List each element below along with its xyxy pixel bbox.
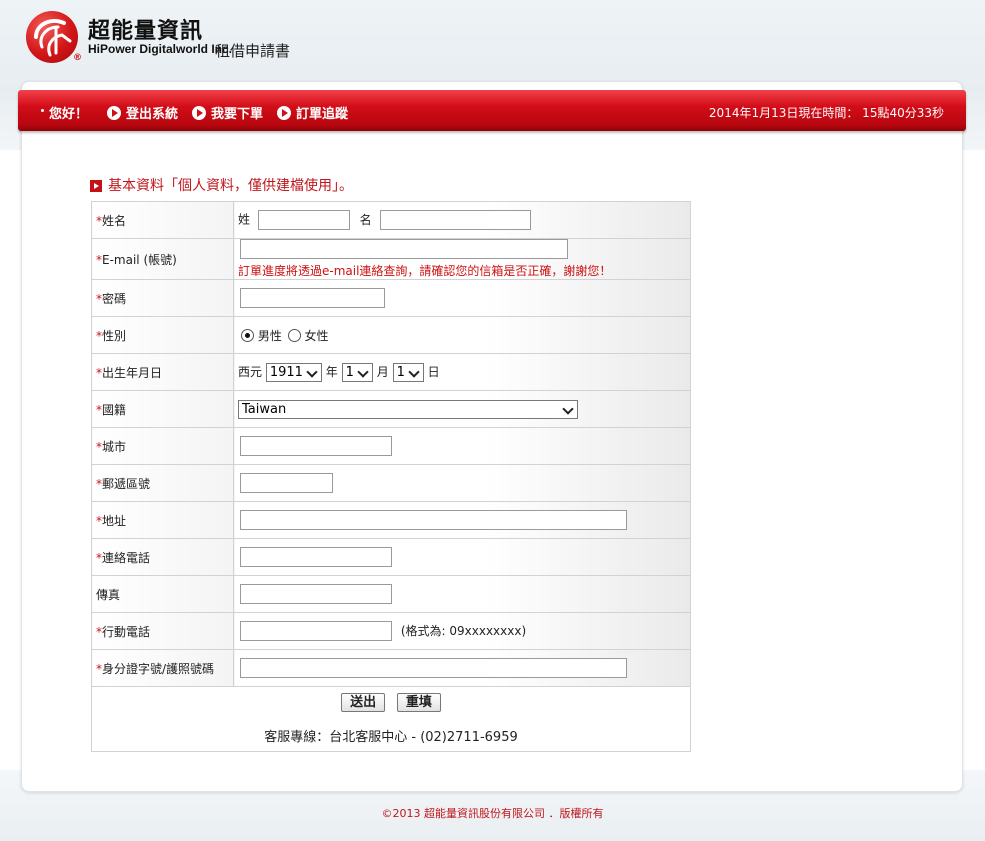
birth-field-cell: 西元 1911 年 1 月 1 日 xyxy=(233,353,691,391)
section-arrow-icon xyxy=(90,180,102,192)
gender-male-label: 男性 xyxy=(257,328,282,343)
zip-field-cell xyxy=(233,464,691,502)
nav-item-label: 我要下單 xyxy=(211,107,264,122)
form-row-phone: *連絡電話 xyxy=(91,538,691,576)
form-row-zip: *郵遞區號 xyxy=(91,464,691,502)
zip-input[interactable] xyxy=(240,473,333,493)
gender-label: *性別 xyxy=(91,316,234,354)
id-number-input[interactable] xyxy=(240,658,627,678)
name-label: *姓名 xyxy=(91,201,234,239)
hipower-logo-icon[interactable] xyxy=(26,11,78,63)
email-note: 訂單進度將透過e-mail連絡查詢，請確認您的信箱是否正確，謝謝您！ xyxy=(238,264,612,278)
city-field-cell xyxy=(233,427,691,465)
last-name-input[interactable] xyxy=(257,210,350,230)
birth-year-select[interactable]: 1911 xyxy=(265,362,322,382)
form-row-birth: *出生年月日 西元 1911 年 1 月 1 日 xyxy=(91,353,691,391)
form-row-id-number: *身分證字號/護照號碼 xyxy=(91,649,691,687)
birth-month-select[interactable]: 1 xyxy=(341,362,373,382)
company-name-cn: 超能量資訊 xyxy=(88,19,204,44)
last-name-label: 姓 xyxy=(238,212,251,227)
phone-field-cell xyxy=(233,538,691,576)
form-row-name: *姓名 姓 名 xyxy=(91,201,691,239)
mobile-format-hint: (格式為: 09xxxxxxxx) xyxy=(400,623,527,638)
form-row-actions: 送出 重填 客服專線：台北客服中心 - (02)2711-6959 xyxy=(91,686,691,752)
address-field-cell xyxy=(233,501,691,539)
first-name-label: 名 xyxy=(359,212,372,227)
birth-label: *出生年月日 xyxy=(91,353,234,391)
bullet-icon xyxy=(41,109,44,112)
form-row-email: *E-mail (帳號) 訂單進度將透過e-mail連絡查詢，請確認您的信箱是否… xyxy=(91,238,691,280)
birth-day-unit: 日 xyxy=(427,364,440,379)
nav-bar: 您好！ 登出系統 我要下單 訂單追蹤 2014年1月13日現在時間： 15點40… xyxy=(18,90,966,131)
gender-field-cell: 男性 女性 xyxy=(233,316,691,354)
email-field-cell: 訂單進度將透過e-mail連絡查詢，請確認您的信箱是否正確，謝謝您！ xyxy=(233,238,691,280)
birth-year-unit: 年 xyxy=(325,364,338,379)
document-title: 租借申請書 xyxy=(215,42,291,60)
customer-hotline: 客服專線：台北客服中心 - (02)2711-6959 xyxy=(264,730,518,745)
zip-label: *郵遞區號 xyxy=(91,464,234,502)
fax-label: 傳真 xyxy=(91,575,234,613)
first-name-input[interactable] xyxy=(379,210,531,230)
form-row-city: *城市 xyxy=(91,427,691,465)
birth-month-unit: 月 xyxy=(376,364,389,379)
section-title-text: 基本資料「個人資料，僅供建檔使用」。 xyxy=(108,178,353,194)
play-icon xyxy=(107,106,121,120)
nav-item-tracking[interactable]: 訂單追蹤 xyxy=(277,103,348,122)
password-input[interactable] xyxy=(240,288,385,308)
nationality-label: *國籍 xyxy=(91,390,234,428)
gender-female-label: 女性 xyxy=(304,328,329,343)
id-number-field-cell xyxy=(233,649,691,687)
section-title: 基本資料「個人資料，僅供建檔使用」。 xyxy=(90,175,353,195)
phone-input[interactable] xyxy=(240,547,392,567)
registered-mark: ® xyxy=(73,53,82,63)
phone-label: *連絡電話 xyxy=(91,538,234,576)
form-actions-cell: 送出 重填 客服專線：台北客服中心 - (02)2711-6959 xyxy=(91,686,691,752)
nav-greeting: 您好！ xyxy=(49,107,89,122)
nav-item-order[interactable]: 我要下單 xyxy=(192,103,263,122)
form-row-nationality: *國籍 Taiwan xyxy=(91,390,691,428)
nationality-select[interactable]: Taiwan xyxy=(238,399,578,419)
registration-form: *姓名 姓 名 *E-mail (帳號) 訂單進度將透過e-mail連絡查詢，請… xyxy=(91,201,691,752)
form-row-mobile: *行動電話 (格式為: 09xxxxxxxx) xyxy=(91,612,691,650)
password-field-cell xyxy=(233,279,691,317)
form-row-password: *密碼 xyxy=(91,279,691,317)
fax-input[interactable] xyxy=(240,584,392,604)
mobile-field-cell: (格式為: 09xxxxxxxx) xyxy=(233,612,691,650)
current-time: 2014年1月13日現在時間： 15點40分33秒 xyxy=(708,106,944,120)
name-field-cell: 姓 名 xyxy=(233,201,691,239)
gender-female-radio[interactable] xyxy=(287,328,301,342)
fax-field-cell xyxy=(233,575,691,613)
play-icon xyxy=(192,106,206,120)
mobile-input[interactable] xyxy=(240,621,392,641)
city-input[interactable] xyxy=(240,436,392,456)
nationality-field-cell: Taiwan xyxy=(233,390,691,428)
form-row-address: *地址 xyxy=(91,501,691,539)
mobile-label: *行動電話 xyxy=(91,612,234,650)
company-name-en: HiPower Digitalworld Inc. xyxy=(88,42,233,56)
birth-era-label: 西元 xyxy=(238,364,263,379)
password-label: *密碼 xyxy=(91,279,234,317)
email-input[interactable] xyxy=(240,239,568,259)
play-icon xyxy=(277,106,291,120)
birth-day-select[interactable]: 1 xyxy=(392,362,424,382)
nav-item-label: 登出系統 xyxy=(126,107,179,122)
city-label: *城市 xyxy=(91,427,234,465)
form-row-gender: *性別 男性 女性 xyxy=(91,316,691,354)
nav-item-logout[interactable]: 登出系統 xyxy=(107,103,178,122)
form-row-fax: 傳真 xyxy=(91,575,691,613)
footer-copyright: ©2013 超能量資訊股份有限公司 ．版權所有 xyxy=(381,807,604,820)
submit-button[interactable]: 送出 xyxy=(341,693,386,712)
address-label: *地址 xyxy=(91,501,234,539)
address-input[interactable] xyxy=(240,510,627,530)
nav-item-label: 訂單追蹤 xyxy=(296,107,349,122)
gender-male-radio[interactable] xyxy=(241,328,254,342)
email-label: *E-mail (帳號) xyxy=(91,238,234,280)
id-number-label: *身分證字號/護照號碼 xyxy=(91,649,234,687)
reset-button[interactable]: 重填 xyxy=(396,693,441,712)
